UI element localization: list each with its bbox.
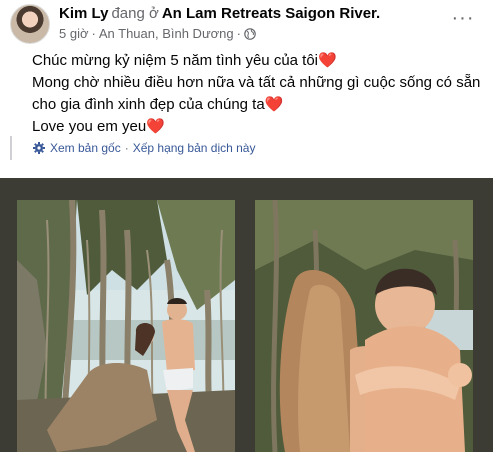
- post-location[interactable]: An Thuan, Bình Dương: [99, 26, 234, 41]
- photo-couple-embracing[interactable]: [255, 200, 473, 452]
- post-text-line-3: cho gia đình xinh đẹp của chúng ta❤️: [32, 96, 284, 113]
- post-time[interactable]: 5 giờ: [59, 26, 89, 41]
- post-text-line-2: Mong chờ nhiều điều hơn nữa và tất cả nh…: [32, 74, 481, 91]
- rate-translation-link[interactable]: Xếp hạng bản dịch này: [133, 141, 256, 155]
- photo-couple-under-banyan-tree[interactable]: [17, 200, 235, 452]
- post-text-line-4: Love you em yeu❤️: [32, 118, 165, 135]
- meta-separator: ·: [91, 26, 96, 41]
- more-options-button[interactable]: ···: [451, 7, 475, 29]
- photo-grid: [0, 178, 493, 452]
- globe-icon: [244, 27, 256, 40]
- author-name[interactable]: Kim Ly: [59, 5, 108, 22]
- meta-separator-2: ·: [236, 26, 241, 41]
- heart-emoji: ❤️: [264, 96, 284, 113]
- header-title: Kim Ly đang ở An Lam Retreats Saigon River…: [59, 5, 380, 22]
- heart-emoji: ❤️: [146, 118, 165, 135]
- heart-emoji: ❤️: [318, 52, 337, 69]
- gear-icon: [32, 141, 46, 155]
- post-text: Chúc mừng kỷ niệm 5 năm tình yêu của tôi…: [32, 50, 482, 138]
- avatar[interactable]: [10, 4, 50, 44]
- post-text-line-1: Chúc mừng kỷ niệm 5 năm tình yêu của tôi…: [32, 52, 337, 69]
- checkin-place[interactable]: An Lam Retreats Saigon River.: [162, 5, 380, 22]
- post-meta: 5 giờ · An Thuan, Bình Dương ·: [59, 26, 256, 41]
- checkin-verb: đang ở: [111, 5, 159, 22]
- translation-indicator-line: [10, 136, 12, 160]
- post-header: Kim Ly đang ở An Lam Retreats Saigon River…: [10, 2, 485, 44]
- see-original-link[interactable]: Xem bản gốc: [50, 141, 121, 155]
- translate-separator: ·: [124, 141, 129, 155]
- translation-bar: Xem bản gốc · Xếp hạng bản dịch này: [32, 141, 255, 155]
